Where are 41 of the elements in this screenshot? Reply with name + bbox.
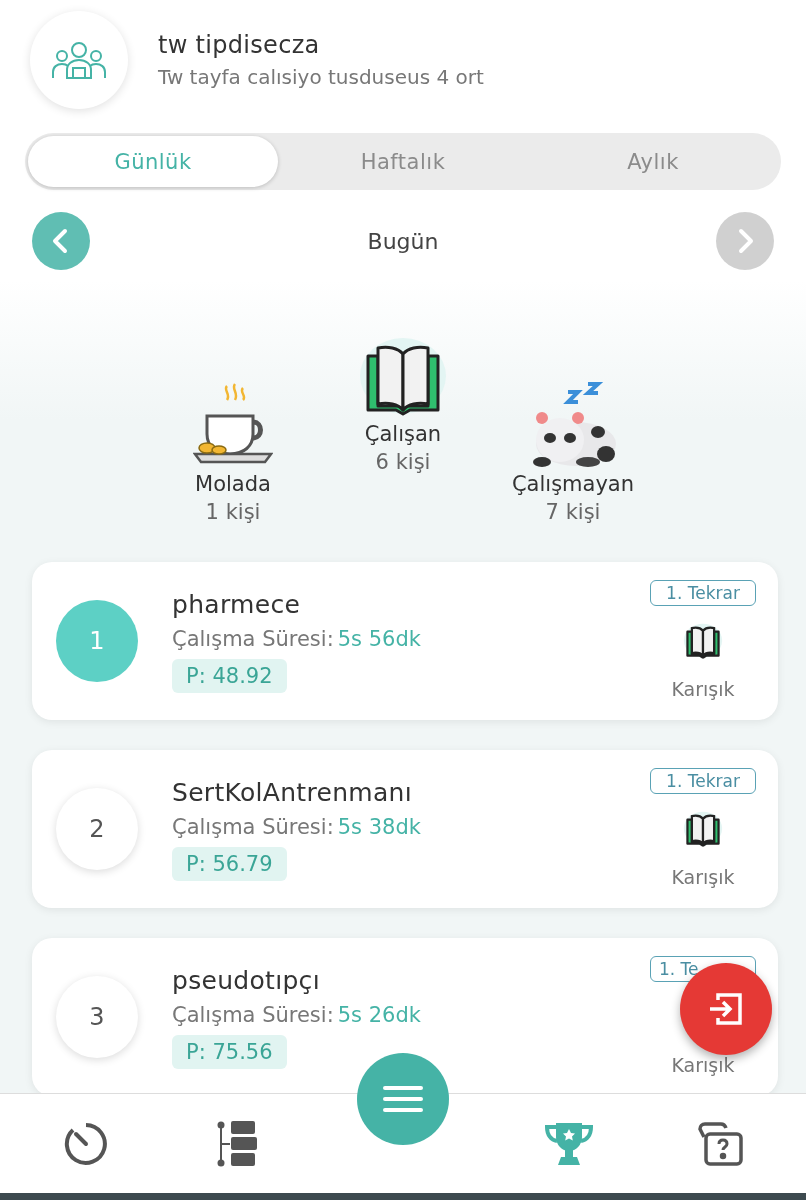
people-icon — [51, 40, 107, 80]
menu-icon — [383, 1084, 423, 1114]
rank-circle: 1 — [56, 600, 138, 682]
exit-icon — [708, 992, 744, 1026]
status-count: 6 kişi — [375, 450, 431, 474]
duration-label: Çalışma Süresi: — [172, 626, 334, 651]
leaderboard-card[interactable]: 1 pharmece Çalışma Süresi: 5s 56dk P: 48.92 1. Tekrar Karışık — [32, 562, 778, 720]
previous-day-button[interactable] — [32, 212, 90, 270]
trophy-icon[interactable] — [544, 1120, 595, 1167]
mode-label: Karışık — [671, 678, 735, 700]
repeat-tag: 1. Tekrar — [650, 580, 756, 606]
status-label: Çalışan — [364, 422, 442, 446]
status-count: 1 kişi — [205, 500, 261, 524]
mode-label: Karışık — [671, 1054, 735, 1076]
duration-label: Çalışma Süresi: — [172, 814, 334, 839]
score-badge: P: 56.79 — [172, 846, 287, 881]
leaderboard-card[interactable]: 2 SertKolAntrenmanı Çalışma Süresi: 5s 38dk P: 56.79 1. Tekrar Karışık — [32, 750, 778, 908]
list-icon[interactable] — [216, 1120, 257, 1167]
duration-value: 5s 38dk — [337, 814, 421, 839]
member-name: pharmece — [172, 589, 301, 619]
duration-value: 5s 56dk — [337, 626, 421, 651]
mode-label: Karışık — [671, 866, 735, 888]
status-label: Molada — [195, 472, 271, 496]
timer-icon[interactable] — [63, 1121, 108, 1166]
duration-value: 5s 26dk — [337, 1002, 421, 1027]
repeat-tag: 1. Tekrar — [650, 768, 756, 794]
duration-label: Çalışma Süresi: — [172, 1002, 334, 1027]
day-label: Bugün — [367, 228, 439, 254]
group-title: tw tipdisecza — [158, 31, 321, 59]
leaderboard-card[interactable]: 3 pseudotıpçı Çalışma Süresi: 5s 26dk P: 75.56 1. Te Karışık — [32, 938, 778, 1093]
score-badge: P: 48.92 — [172, 658, 287, 693]
group-subtitle: Tw tayfa calısiyo tusduseus 4 ort — [158, 65, 484, 89]
rank-circle: 3 — [56, 976, 138, 1058]
status-count: 7 kişi — [545, 500, 601, 524]
member-name: pseudotıpçı — [172, 965, 320, 995]
member-name: SertKolAntrenmanı — [172, 777, 412, 807]
status-label: Çalışmayan — [511, 472, 635, 496]
rank-circle: 2 — [56, 788, 138, 870]
question-cards-icon[interactable] — [696, 1120, 745, 1167]
score-badge: P: 75.56 — [172, 1034, 287, 1069]
open-book-icon — [358, 336, 448, 418]
